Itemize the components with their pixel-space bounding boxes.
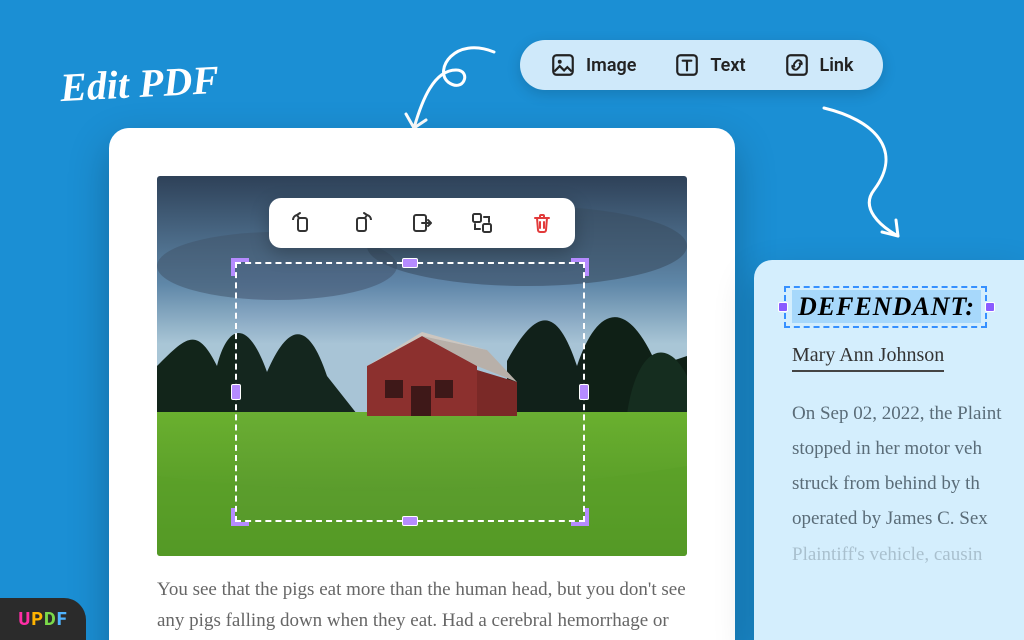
crop-handle-top[interactable] [402, 258, 418, 268]
text-edit-preview-panel: DEFENDANT: Mary Ann Johnson On Sep 02, 2… [754, 260, 1024, 640]
trash-icon [530, 211, 554, 235]
embedded-image[interactable] [157, 176, 687, 556]
tool-text-label: Text [710, 55, 745, 76]
rotate-right-button[interactable] [349, 210, 375, 236]
tool-link[interactable]: Link [784, 52, 854, 78]
crop-handle-bottom[interactable] [402, 516, 418, 526]
text-icon [674, 52, 700, 78]
extract-icon [410, 211, 434, 235]
logo-letter: D [44, 609, 57, 630]
tool-image[interactable]: Image [550, 52, 636, 78]
logo-letter: U [18, 609, 31, 630]
delete-image-button[interactable] [529, 210, 555, 236]
crop-handle-bottom-right[interactable] [567, 504, 585, 522]
link-icon [784, 52, 810, 78]
text-handle-left[interactable] [778, 302, 788, 312]
body-line: operated by James C. Sex [792, 501, 1024, 536]
tool-link-label: Link [820, 55, 854, 76]
decorative-arrow-2 [814, 100, 934, 250]
tool-text[interactable]: Text [674, 52, 745, 78]
crop-handle-left[interactable] [231, 384, 241, 400]
defendant-body: On Sep 02, 2022, the Plaint stopped in h… [792, 396, 1024, 572]
updf-logo: UPDF [0, 598, 86, 640]
crop-handle-top-left[interactable] [235, 262, 253, 280]
rotate-left-button[interactable] [289, 210, 315, 236]
body-line: stopped in her motor veh [792, 431, 1024, 466]
defendant-heading: DEFENDANT: [792, 290, 981, 323]
image-edit-toolbar [269, 198, 575, 248]
document-card: You see that the pigs eat more than the … [109, 128, 735, 640]
logo-letter: F [57, 609, 68, 630]
image-crop-selection[interactable] [235, 262, 585, 522]
replace-icon [470, 211, 494, 235]
image-icon [550, 52, 576, 78]
crop-handle-right[interactable] [579, 384, 589, 400]
body-line: struck from behind by th [792, 466, 1024, 501]
edit-toolbar: Image Text Link [520, 40, 883, 90]
rotate-left-icon [290, 211, 314, 235]
rotate-right-icon [350, 211, 374, 235]
document-body-text: You see that the pigs eat more than the … [157, 574, 687, 640]
tool-image-label: Image [586, 55, 636, 76]
extract-image-button[interactable] [409, 210, 435, 236]
body-line: On Sep 02, 2022, the Plaint [792, 396, 1024, 431]
crop-handle-bottom-left[interactable] [235, 504, 253, 522]
page-title: Edit PDF [59, 56, 220, 111]
logo-letter: P [31, 609, 44, 630]
crop-handle-top-right[interactable] [567, 262, 585, 280]
defendant-name: Mary Ann Johnson [792, 344, 944, 372]
replace-image-button[interactable] [469, 210, 495, 236]
text-handle-right[interactable] [985, 302, 995, 312]
selected-text-block[interactable]: DEFENDANT: [792, 292, 981, 322]
body-line: Plaintiff's vehicle, causin [792, 537, 1024, 572]
